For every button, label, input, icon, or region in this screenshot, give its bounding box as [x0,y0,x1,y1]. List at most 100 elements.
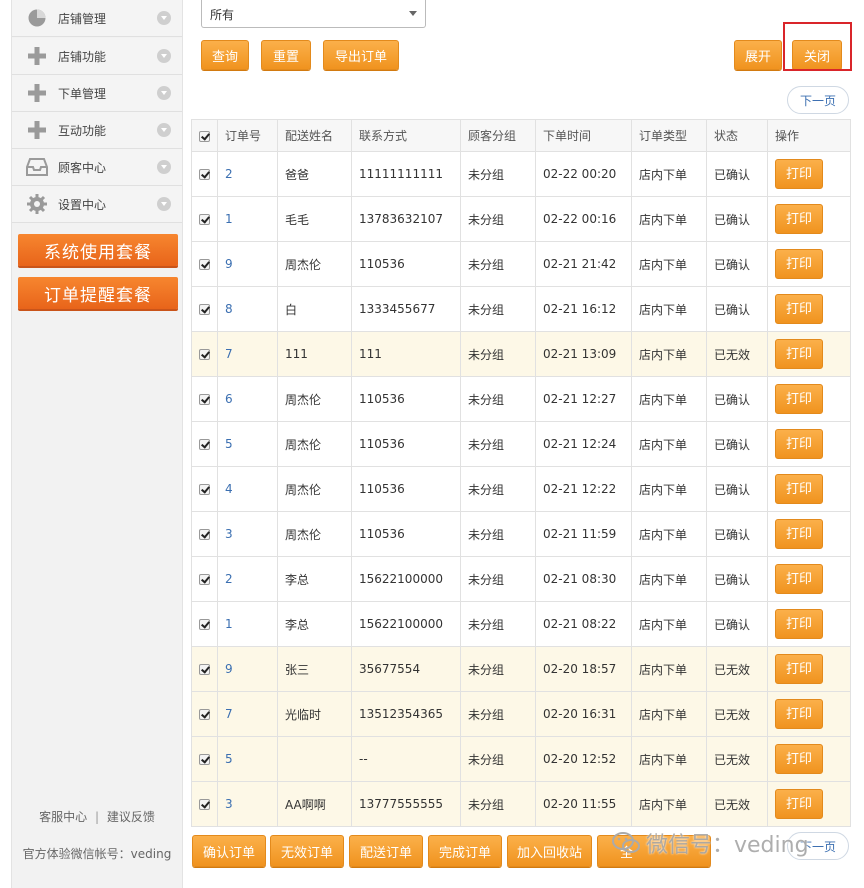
row-checkbox[interactable] [191,376,218,422]
sidebar-item-interaction[interactable]: 互动功能 [12,112,182,149]
print-button[interactable]: 打印 [775,294,823,324]
table-row[interactable]: 4 周杰伦 110536 未分组 02-21 12:22 店内下单 已确认 打印 [191,466,851,512]
row-checkbox[interactable] [191,196,218,242]
print-button[interactable]: 打印 [775,159,823,189]
table-row[interactable]: 2 爸爸 11111111111 未分组 02-22 00:20 店内下单 已确认 打印 [191,151,851,197]
order-id-link[interactable]: 8 [217,286,278,332]
print-button[interactable]: 打印 [775,654,823,684]
deliver-orders-button[interactable]: 配送订单 [349,835,423,867]
order-id-link[interactable]: 9 [217,241,278,287]
order-id-text[interactable]: 7 [225,707,233,721]
order-id-text[interactable]: 2 [225,167,233,181]
row-checkbox[interactable] [191,421,218,467]
order-id-text[interactable]: 6 [225,392,233,406]
print-button[interactable]: 打印 [775,744,823,774]
row-checkbox[interactable] [191,556,218,602]
row-checkbox[interactable] [191,646,218,692]
table-row[interactable]: 1 李总 15622100000 未分组 02-21 08:22 店内下单 已确认 打印 [191,601,851,647]
order-id-link[interactable]: 7 [217,331,278,377]
table-row[interactable]: 1 毛毛 13783632107 未分组 02-22 00:16 店内下单 已确认 打印 [191,196,851,242]
feedback-link[interactable]: 建议反馈 [107,810,155,824]
table-row[interactable]: 7 111 111 未分组 02-21 13:09 店内下单 已无效 打印 [191,331,851,377]
order-id-link[interactable]: 2 [217,556,278,602]
table-row[interactable]: 3 AA啊啊 13777555555 未分组 02-20 11:55 店内下单 已无效 打印 [191,781,851,827]
next-page-button-top[interactable]: 下一页 [787,86,849,114]
table-row[interactable]: 7 光临时 13512354365 未分组 02-20 16:31 店内下单 已无效 打印 [191,691,851,737]
table-row[interactable]: 5 -- 未分组 02-20 12:52 店内下单 已无效 打印 [191,736,851,782]
row-checkbox[interactable] [191,241,218,287]
order-id-link[interactable]: 2 [217,151,278,197]
table-row[interactable]: 9 周杰伦 110536 未分组 02-21 21:42 店内下单 已确认 打印 [191,241,851,287]
order-id-text[interactable]: 7 [225,347,233,361]
print-button[interactable]: 打印 [775,699,823,729]
order-id-link[interactable]: 6 [217,376,278,422]
sidebar-item-customer-center[interactable]: 顾客中心 [12,149,182,186]
row-checkbox[interactable] [191,736,218,782]
sidebar-item-store-functions[interactable]: 店铺功能 [12,38,182,75]
order-id-text[interactable]: 5 [225,752,233,766]
print-button[interactable]: 打印 [775,789,823,819]
expand-button[interactable]: 展开 [734,40,782,70]
sidebar-item-settings[interactable]: 设置中心 [12,186,182,223]
order-id-link[interactable]: 7 [217,691,278,737]
order-id-text[interactable]: 9 [225,662,233,676]
print-button[interactable]: 打印 [775,339,823,369]
order-reminder-package-button[interactable]: 订单提醒套餐 [18,277,178,309]
table-row[interactable]: 3 周杰伦 110536 未分组 02-21 11:59 店内下单 已确认 打印 [191,511,851,557]
row-checkbox[interactable] [191,781,218,827]
order-id-text[interactable]: 3 [225,527,233,541]
row-checkbox[interactable] [191,601,218,647]
order-id-link[interactable]: 3 [217,511,278,557]
order-id-text[interactable]: 5 [225,437,233,451]
order-id-link[interactable]: 1 [217,601,278,647]
print-button[interactable]: 打印 [775,429,823,459]
print-button[interactable]: 打印 [775,204,823,234]
print-button[interactable]: 打印 [775,609,823,639]
print-button[interactable]: 打印 [775,564,823,594]
add-to-recycle-bin-button[interactable]: 加入回收站 [507,835,592,867]
print-button[interactable]: 打印 [775,519,823,549]
order-id-link[interactable]: 3 [217,781,278,827]
query-button[interactable]: 查询 [201,40,249,70]
contact-cell: 110536 [351,421,461,467]
order-id-link[interactable]: 9 [217,646,278,692]
customer-service-link[interactable]: 客服中心 [39,810,87,824]
print-button[interactable]: 打印 [775,384,823,414]
row-checkbox[interactable] [191,286,218,332]
order-id-link[interactable]: 5 [217,421,278,467]
table-row[interactable]: 6 周杰伦 110536 未分组 02-21 12:27 店内下单 已确认 打印 [191,376,851,422]
reset-button[interactable]: 重置 [261,40,311,70]
row-checkbox[interactable] [191,511,218,557]
delivery-name-cell: 周杰伦 [277,241,352,287]
order-id-link[interactable]: 4 [217,466,278,512]
order-id-text[interactable]: 9 [225,257,233,271]
table-row[interactable]: 8 白 1333455677 未分组 02-21 16:12 店内下单 已确认 打印 [191,286,851,332]
system-package-button[interactable]: 系统使用套餐 [18,234,178,266]
order-id-text[interactable]: 3 [225,797,233,811]
order-id-text[interactable]: 1 [225,617,233,631]
row-checkbox[interactable] [191,466,218,512]
confirm-orders-button[interactable]: 确认订单 [192,835,266,867]
row-checkbox[interactable] [191,691,218,737]
table-row[interactable]: 2 李总 15622100000 未分组 02-21 08:30 店内下单 已确认 打印 [191,556,851,602]
plus-icon [26,82,48,104]
order-id-text[interactable]: 4 [225,482,233,496]
row-checkbox[interactable] [191,151,218,197]
invalidate-orders-button[interactable]: 无效订单 [270,835,344,867]
order-id-text[interactable]: 2 [225,572,233,586]
print-button[interactable]: 打印 [775,474,823,504]
row-checkbox[interactable] [191,331,218,377]
order-id-link[interactable]: 5 [217,736,278,782]
order-id-text[interactable]: 1 [225,212,233,226]
table-row[interactable]: 9 张三 35677554 未分组 02-20 18:57 店内下单 已无效 打印 [191,646,851,692]
select-all-checkbox[interactable] [191,119,218,152]
print-button[interactable]: 打印 [775,249,823,279]
order-id-text[interactable]: 8 [225,302,233,316]
export-orders-button[interactable]: 导出订单 [323,40,399,70]
status-filter-select[interactable]: 所有 [201,0,426,28]
complete-orders-button[interactable]: 完成订单 [428,835,502,867]
sidebar-item-order-management[interactable]: 下单管理 [12,75,182,112]
order-id-link[interactable]: 1 [217,196,278,242]
table-row[interactable]: 5 周杰伦 110536 未分组 02-21 12:24 店内下单 已确认 打印 [191,421,851,467]
sidebar-item-store-management[interactable]: 店铺管理 [12,0,182,37]
